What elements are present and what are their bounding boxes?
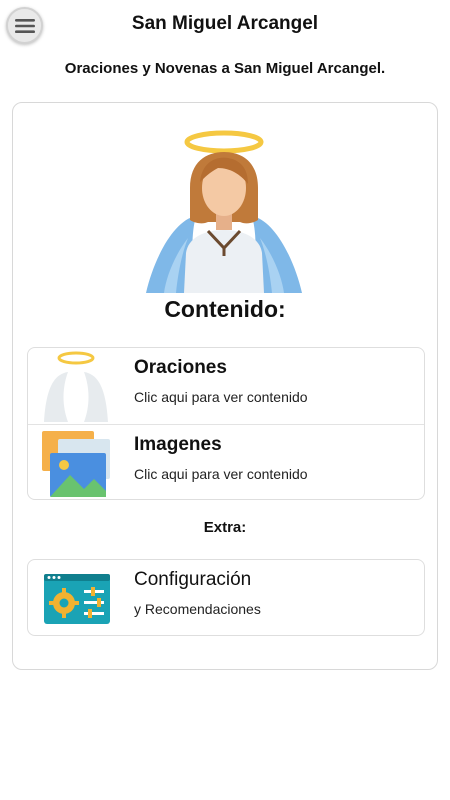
angel-icon [146,130,302,293]
imagenes-description: Clic aqui para ver contenido [134,466,308,482]
list-item-imagenes[interactable]: Imagenes Clic aqui para ver contenido [28,424,424,499]
configuracion-title: Configuración [134,569,252,590]
section-title-extra: Extra: [203,519,247,536]
list-item-oraciones[interactable]: Oraciones Clic aqui para ver contenido [28,348,424,424]
extra-list: Configuración y Recomendaciones [27,559,425,636]
oraciones-title: Oraciones [134,357,227,378]
configuracion-description: y Recomendaciones [134,601,261,617]
app-title: San Miguel Arcangel [131,13,319,34]
list-item-configuracion[interactable]: Configuración y Recomendaciones [28,560,424,635]
halo-wings-icon [44,351,108,422]
oraciones-description: Clic aqui para ver contenido [134,389,308,405]
imagenes-title: Imagenes [134,434,222,455]
content-list: Oraciones Clic aqui para ver contenido I… [27,347,425,500]
image-gallery-icon [42,431,110,497]
settings-panel-icon [44,574,110,624]
content-card: Contenido: Oraciones Clic aqui para ver … [12,102,438,670]
section-title-contenido: Contenido: [164,296,286,322]
page-subtitle: Oraciones y Novenas a San Miguel Arcange… [64,60,386,77]
